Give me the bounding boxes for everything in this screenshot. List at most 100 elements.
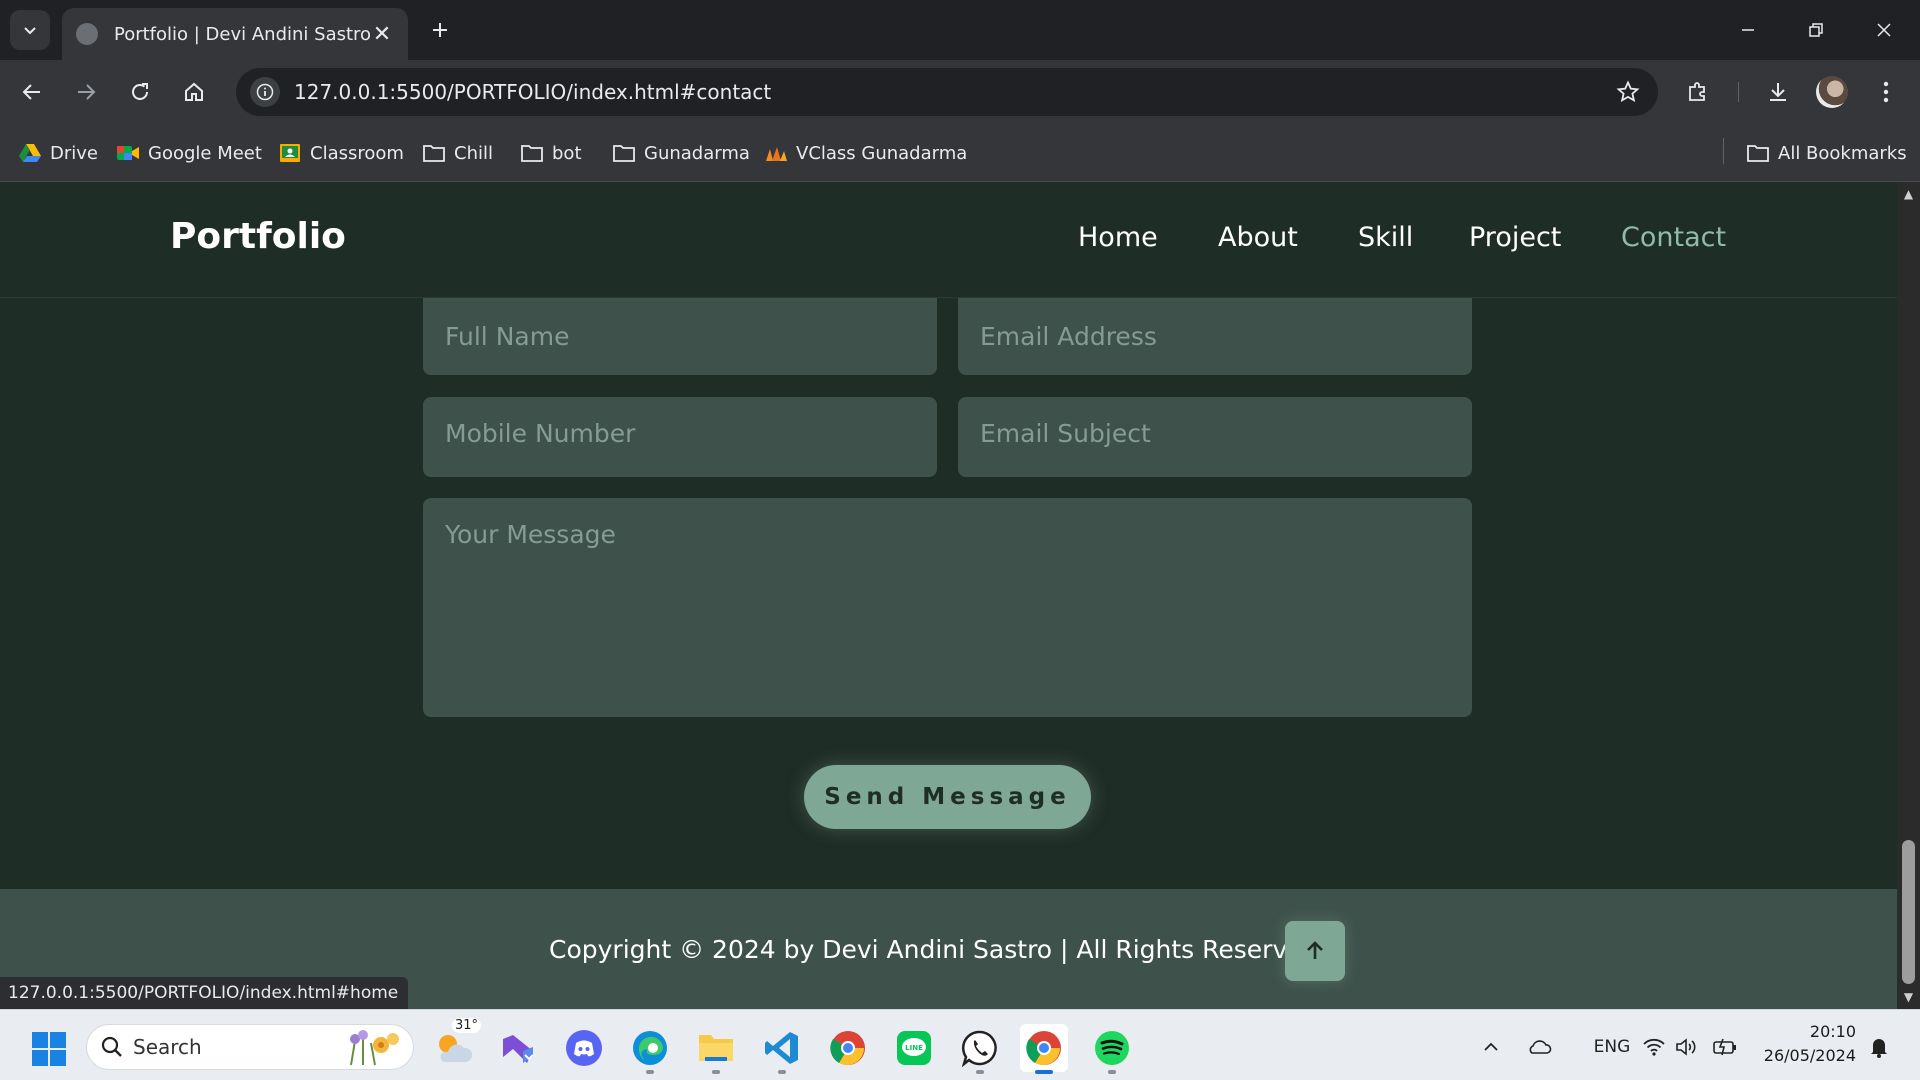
nav-skill[interactable]: Skill xyxy=(1358,222,1413,253)
plus-icon xyxy=(433,23,447,37)
full-name-input[interactable]: Full Name xyxy=(423,298,937,375)
extensions-button[interactable] xyxy=(1680,74,1716,110)
running-indicator xyxy=(1035,1070,1053,1074)
forward-button[interactable] xyxy=(68,74,104,110)
nav-contact[interactable]: Contact xyxy=(1621,222,1726,253)
taskbar-discord[interactable] xyxy=(560,1024,608,1072)
taskbar-visual-studio[interactable] xyxy=(494,1024,542,1072)
minimize-button[interactable] xyxy=(1724,10,1772,50)
battery-tray[interactable] xyxy=(1710,1032,1740,1062)
page-scrollbar[interactable]: ▲ ▼ xyxy=(1897,182,1920,1009)
scrollbar-thumb[interactable] xyxy=(1902,840,1915,984)
downloads-button[interactable] xyxy=(1760,74,1796,110)
site-info-icon[interactable] xyxy=(250,77,280,107)
url-text[interactable]: 127.0.0.1:5500/PORTFOLIO/index.html#cont… xyxy=(294,80,1608,104)
volume-tray[interactable] xyxy=(1672,1032,1700,1062)
chevron-up-icon xyxy=(1484,1042,1498,1051)
back-button[interactable] xyxy=(14,74,50,110)
taskbar-vscode[interactable] xyxy=(758,1024,806,1074)
menu-button[interactable] xyxy=(1868,74,1904,110)
mobile-number-input[interactable]: Mobile Number xyxy=(423,397,937,477)
taskbar-chrome-active[interactable] xyxy=(1020,1024,1068,1074)
site-logo[interactable]: Portfolio xyxy=(170,216,346,257)
browser-toolbar: 127.0.0.1:5500/PORTFOLIO/index.html#cont… xyxy=(0,60,1920,124)
running-indicator xyxy=(712,1070,720,1074)
nav-home[interactable]: Home xyxy=(1078,222,1158,253)
minimize-icon xyxy=(1742,29,1754,31)
copyright-text: Copyright © 2024 by Devi Andini Sastro |… xyxy=(549,935,1327,964)
search-icon xyxy=(101,1036,122,1057)
close-window-button[interactable] xyxy=(1860,10,1908,50)
email-subject-input[interactable]: Email Subject xyxy=(958,397,1472,477)
address-bar[interactable]: 127.0.0.1:5500/PORTFOLIO/index.html#cont… xyxy=(236,68,1658,116)
taskbar-line[interactable]: LINE xyxy=(890,1024,938,1072)
discord-icon xyxy=(566,1030,602,1066)
clock-time: 20:10 xyxy=(1809,1022,1856,1041)
wifi-icon xyxy=(1643,1038,1665,1056)
nav-about[interactable]: About xyxy=(1218,222,1298,253)
vclass-icon xyxy=(764,141,788,165)
taskbar-spotify[interactable] xyxy=(1088,1024,1136,1074)
edge-icon xyxy=(633,1031,667,1065)
back-to-top-button[interactable] xyxy=(1285,921,1345,981)
taskbar-search[interactable]: Search xyxy=(86,1024,414,1070)
scroll-down-arrow-icon[interactable]: ▼ xyxy=(1897,987,1920,1007)
taskbar-weather[interactable]: 31° xyxy=(430,1018,482,1072)
tab-title: Portfolio | Devi Andini Sastro xyxy=(114,23,370,45)
reload-button[interactable] xyxy=(122,74,158,110)
bookmark-star-icon[interactable] xyxy=(1608,72,1648,112)
language-indicator[interactable]: ENG xyxy=(1588,1032,1636,1062)
bookmark-label: VClass Gunadarma xyxy=(796,142,968,164)
bookmark-drive[interactable]: Drive xyxy=(18,138,98,168)
notifications-button[interactable] xyxy=(1866,1032,1892,1062)
battery-charging-icon xyxy=(1713,1038,1736,1056)
email-address-input[interactable]: Email Address xyxy=(958,298,1472,375)
taskbar-edge[interactable] xyxy=(626,1024,674,1074)
bookmark-label: Drive xyxy=(50,142,98,164)
bookmark-label: Google Meet xyxy=(148,142,262,164)
bookmark-folder-bot[interactable]: bot xyxy=(520,138,582,168)
bookmark-folder-gunadarma[interactable]: Gunadarma xyxy=(612,138,750,168)
bookmark-google-meet[interactable]: Google Meet xyxy=(116,138,262,168)
nav-project[interactable]: Project xyxy=(1469,222,1561,253)
download-icon xyxy=(1770,83,1786,101)
restore-button[interactable] xyxy=(1792,10,1840,50)
taskbar-chrome-profile[interactable] xyxy=(824,1024,872,1072)
onedrive-tray[interactable] xyxy=(1524,1032,1554,1062)
start-button[interactable] xyxy=(32,1032,66,1066)
show-hidden-icons-button[interactable] xyxy=(1478,1032,1504,1062)
drive-icon xyxy=(18,141,42,165)
whatsapp-icon xyxy=(961,1030,997,1067)
arrow-right-icon xyxy=(78,84,96,100)
wifi-tray[interactable] xyxy=(1640,1032,1668,1062)
bookmark-label: Gunadarma xyxy=(644,142,750,164)
folder-icon xyxy=(422,141,446,165)
close-tab-icon[interactable]: ✕ xyxy=(370,22,394,47)
taskbar-file-explorer[interactable] xyxy=(692,1024,740,1074)
home-icon xyxy=(185,82,203,101)
bookmark-label: Classroom xyxy=(310,142,404,164)
speaker-icon xyxy=(1676,1038,1696,1056)
profile-avatar[interactable] xyxy=(1816,76,1848,108)
taskbar-clock[interactable]: 20:10 26/05/2024 xyxy=(1756,1020,1856,1068)
running-indicator xyxy=(778,1070,786,1074)
all-bookmarks[interactable]: All Bookmarks xyxy=(1746,138,1907,168)
bookmark-classroom[interactable]: Classroom xyxy=(278,138,404,168)
arrow-up-icon xyxy=(1307,941,1323,959)
send-message-button[interactable]: Send Message xyxy=(804,765,1091,829)
bookmark-folder-chill[interactable]: Chill xyxy=(422,138,493,168)
site-navbar: Portfolio Home About Skill Project Conta… xyxy=(0,182,1897,298)
cloud-icon xyxy=(1529,1040,1552,1054)
weather-icon xyxy=(439,1035,473,1062)
kebab-menu-icon xyxy=(1883,81,1889,103)
new-tab-button[interactable] xyxy=(424,14,456,46)
classroom-icon xyxy=(278,141,302,165)
tab-search-button[interactable] xyxy=(10,10,50,50)
home-button[interactable] xyxy=(176,74,212,110)
visual-studio-icon xyxy=(503,1035,534,1063)
scroll-up-arrow-icon[interactable]: ▲ xyxy=(1897,184,1920,204)
bookmark-vclass-gunadarma[interactable]: VClass Gunadarma xyxy=(764,138,967,168)
active-tab[interactable]: Portfolio | Devi Andini Sastro ✕ xyxy=(62,8,408,60)
message-textarea[interactable]: Your Message xyxy=(423,498,1472,717)
taskbar-whatsapp[interactable] xyxy=(956,1024,1004,1074)
